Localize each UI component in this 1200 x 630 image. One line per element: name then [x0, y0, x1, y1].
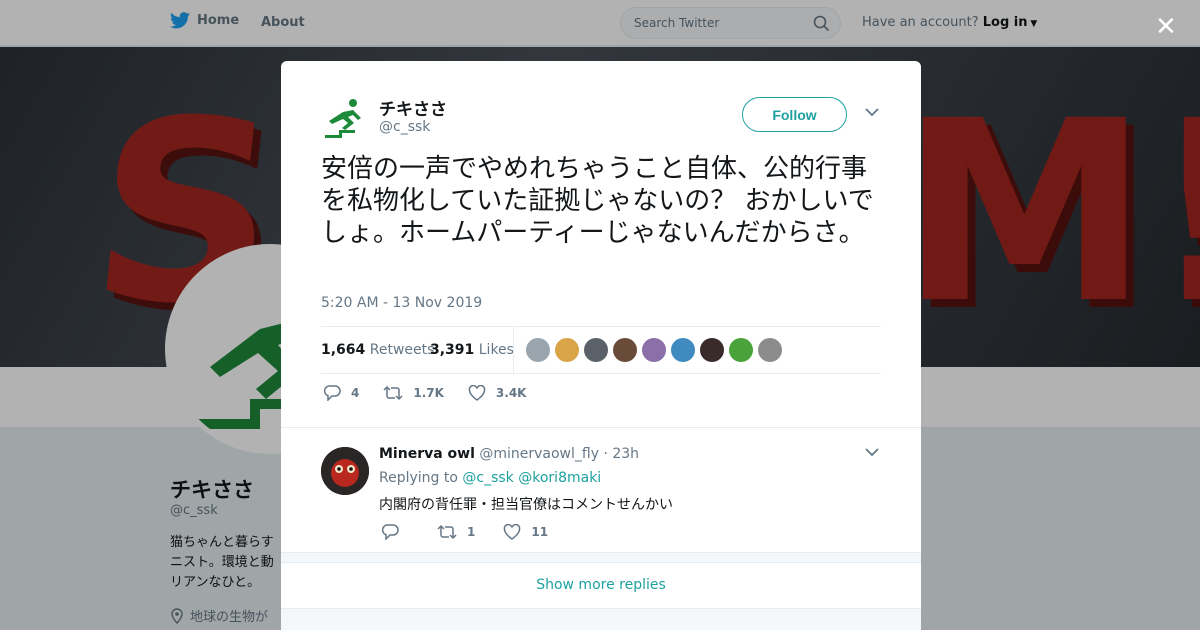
- reply-icon: [381, 524, 399, 540]
- retweet-icon: [437, 524, 457, 540]
- tweet-author-name[interactable]: チキささ: [379, 95, 447, 120]
- chevron-down-icon[interactable]: [865, 107, 879, 117]
- close-icon[interactable]: ✕: [1155, 12, 1177, 42]
- reply-action[interactable]: [381, 524, 409, 540]
- reply-header: Minerva owl @minervaowl_fly · 23h: [379, 446, 639, 462]
- replying-to: Replying to @c_ssk @kori8maki: [379, 470, 601, 486]
- likers-avatars: [526, 338, 782, 362]
- retweet-count: 1.7K: [413, 386, 444, 400]
- retweet-icon: [383, 385, 403, 401]
- mention-link[interactable]: @kori8maki: [518, 470, 601, 486]
- liker-avatar[interactable]: [642, 338, 666, 362]
- liker-avatar[interactable]: [700, 338, 724, 362]
- liker-avatar[interactable]: [758, 338, 782, 362]
- tweet-timestamp[interactable]: 5:20 AM - 13 Nov 2019: [321, 295, 482, 311]
- owl-avatar-icon: [321, 447, 369, 495]
- chevron-down-icon[interactable]: [865, 447, 879, 457]
- liker-avatar[interactable]: [584, 338, 608, 362]
- retweet-action[interactable]: 1.7K: [383, 385, 444, 401]
- reply-separator: [281, 427, 921, 428]
- retweets-label: Retweets: [369, 342, 435, 358]
- retweets-count: 1,664: [321, 342, 366, 358]
- tweet-actions: 4 1.7K 3.4K: [323, 385, 550, 401]
- like-action[interactable]: 11: [503, 524, 548, 540]
- liker-avatar[interactable]: [671, 338, 695, 362]
- reply-author-handle[interactable]: @minervaowl_fly: [479, 446, 599, 462]
- reply-time[interactable]: · 23h: [603, 446, 639, 462]
- reply-author-name[interactable]: Minerva owl: [379, 446, 475, 462]
- retweet-action[interactable]: 1: [437, 524, 475, 540]
- show-more-replies-button[interactable]: Show more replies: [281, 563, 921, 608]
- tweet-text: 安倍の一声でやめれちゃうこと自体、公的行事を私物化していた証拠じゃないの？ おか…: [321, 154, 874, 248]
- reply-actions: 1 11: [381, 524, 576, 540]
- retweets-stat[interactable]: 1,664 Retweets: [321, 342, 434, 358]
- section-gap: [281, 552, 921, 563]
- replying-prefix: Replying to: [379, 470, 458, 486]
- reply-icon: [323, 385, 341, 401]
- heart-icon: [504, 524, 521, 540]
- modal-footer: [281, 608, 921, 630]
- stats-divider: [513, 327, 514, 374]
- like-count: 11: [531, 525, 549, 539]
- likes-stat[interactable]: 3,391 Likes: [430, 342, 514, 358]
- like-count: 3.4K: [495, 386, 527, 400]
- tweet-author-avatar[interactable]: [321, 93, 369, 141]
- running-man-logo-icon: [325, 99, 361, 138]
- like-action[interactable]: 3.4K: [468, 385, 527, 401]
- mention-link[interactable]: @c_ssk: [462, 470, 513, 486]
- reply-text: 内閣府の背任罪・担当官僚はコメントせんかい: [379, 497, 673, 513]
- tweet-modal: チキささ @c_ssk Follow 安倍の一声でやめれちゃうこと自体、公的行事…: [281, 61, 921, 630]
- reply-count: 4: [351, 386, 360, 400]
- tweet-stats: 1,664 Retweets 3,391 Likes: [321, 326, 881, 374]
- reply-action[interactable]: 4: [323, 385, 359, 401]
- follow-button[interactable]: Follow: [742, 97, 847, 132]
- liker-avatar[interactable]: [555, 338, 579, 362]
- heart-icon: [468, 385, 486, 401]
- liker-avatar[interactable]: [613, 338, 637, 362]
- liker-avatar[interactable]: [526, 338, 550, 362]
- likes-count: 3,391: [430, 342, 475, 358]
- tweet-author-handle[interactable]: @c_ssk: [379, 119, 430, 135]
- liker-avatar[interactable]: [729, 338, 753, 362]
- reply-author-avatar[interactable]: [321, 447, 369, 495]
- retweet-count: 1: [467, 525, 476, 539]
- likes-label: Likes: [478, 342, 514, 358]
